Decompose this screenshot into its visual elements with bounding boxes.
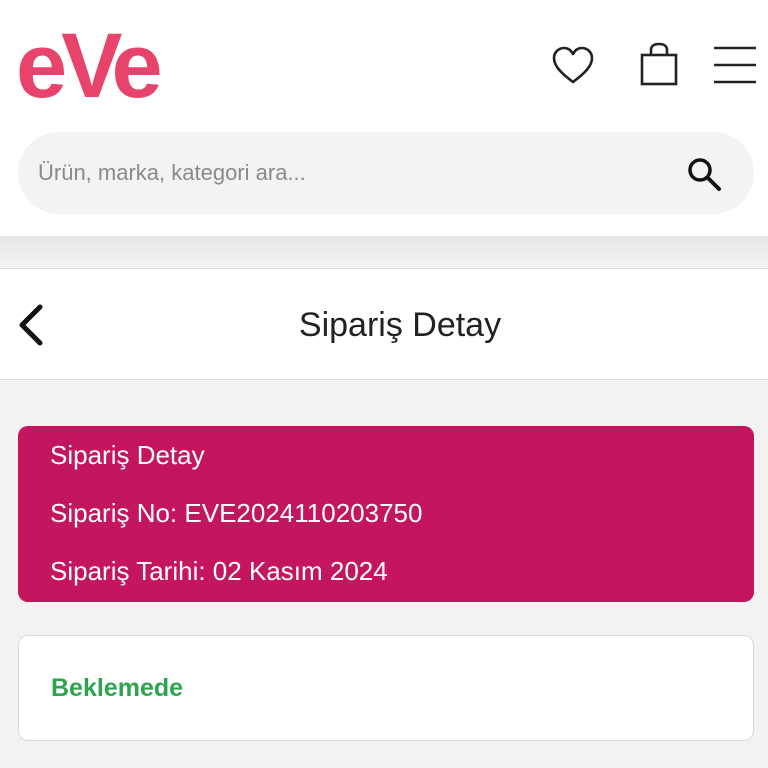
order-info-card: Sipariş Detay Sipariş No: EVE20241102037… bbox=[18, 426, 754, 602]
search-input[interactable] bbox=[18, 132, 658, 214]
site-header: eVe bbox=[0, 0, 768, 236]
hamburger-menu-icon[interactable] bbox=[710, 40, 760, 90]
page-title-bar: Sipariş Detay bbox=[0, 268, 768, 380]
order-info-heading: Sipariş Detay bbox=[50, 440, 205, 470]
heart-icon[interactable] bbox=[548, 40, 598, 90]
search-icon[interactable] bbox=[684, 154, 724, 194]
search-bar bbox=[18, 132, 754, 214]
order-date: Sipariş Tarihi: 02 Kasım 2024 bbox=[50, 556, 388, 586]
eve-logo[interactable]: eVe bbox=[16, 20, 208, 112]
chevron-left-icon[interactable] bbox=[12, 297, 62, 353]
shopping-bag-icon[interactable] bbox=[634, 38, 684, 90]
page-title: Sipariş Detay bbox=[298, 306, 502, 344]
order-status-card: Beklemede bbox=[18, 635, 754, 741]
header-divider bbox=[0, 236, 768, 268]
status-badge: Beklemede bbox=[51, 674, 184, 702]
order-number: Sipariş No: EVE2024110203750 bbox=[50, 498, 423, 528]
